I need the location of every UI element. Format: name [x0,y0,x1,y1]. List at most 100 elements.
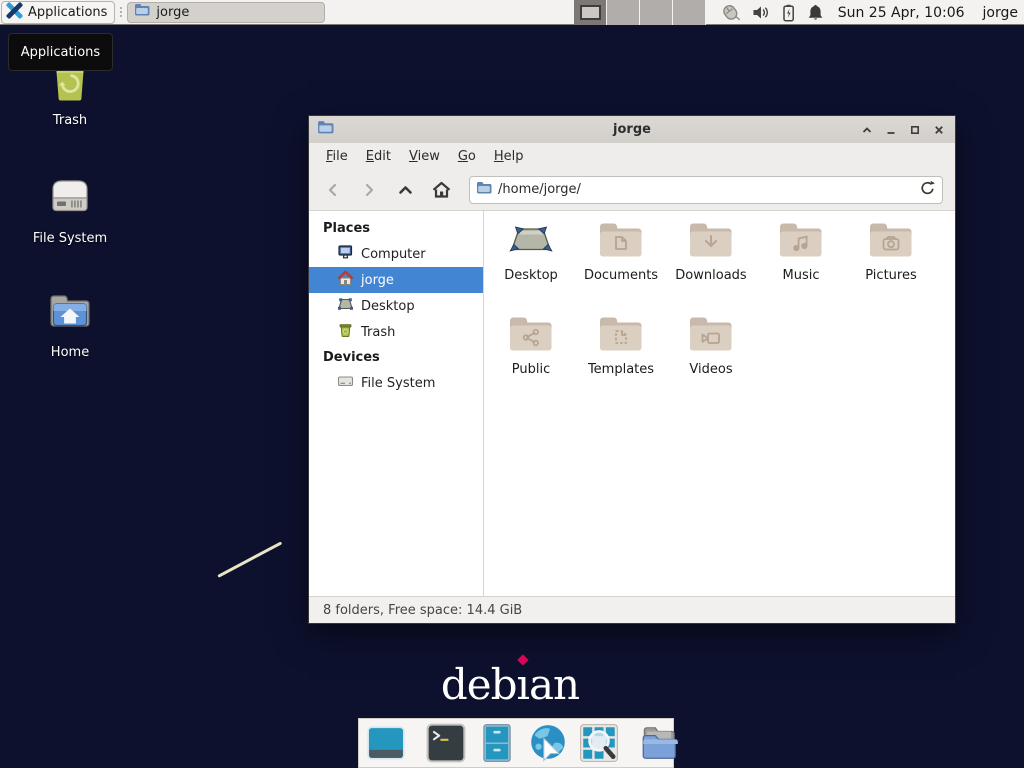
file-view: Desktop Documents [484,211,955,596]
refresh-icon[interactable] [919,179,936,200]
panel-username[interactable]: jorge [983,5,1018,21]
folder-camera-icon [867,219,915,265]
desktop-icon-file-system[interactable]: File System [25,176,115,246]
sidebar-item-label: Computer [361,247,426,262]
file-item-templates[interactable]: Templates [576,313,666,393]
desktop-settings-icon[interactable] [365,722,407,764]
taskbar-button-label: jorge [156,5,189,20]
sidebar-item-desktop[interactable]: Desktop [309,293,483,319]
file-item-label: Downloads [675,268,746,283]
file-item-documents[interactable]: Documents [576,219,666,299]
tooltip-text: Applications [21,45,100,60]
sidebar-header-devices: Devices [309,345,483,370]
file-item-label: Music [783,268,820,283]
file-item-label: Desktop [504,268,558,283]
sidebar-item-computer[interactable]: Computer [309,241,483,267]
path-input[interactable] [498,182,913,197]
workspace-window-preview [580,5,601,20]
panel-right-cluster: Sun 25 Apr, 10:06 jorge [574,0,1020,25]
workspace-4[interactable] [673,0,706,25]
top-panel: Applications jorge [0,0,1024,25]
window-titlebar[interactable]: jorge [309,116,955,143]
folder-template-icon [597,313,645,359]
file-item-label: Videos [689,362,732,377]
folder-download-icon [687,219,735,265]
panel-clock[interactable]: Sun 25 Apr, 10:06 [838,5,965,21]
applications-tooltip: Applications [8,33,113,71]
desktop-icon-label: Trash [53,113,87,128]
menu-go[interactable]: Go [449,146,485,167]
statusbar: 8 folders, Free space: 14.4 GiB [309,596,955,623]
folder-document-icon [597,219,645,265]
workspace-2[interactable] [607,0,640,25]
taskbar-button-jorge[interactable]: jorge [127,2,325,23]
file-item-public[interactable]: Public [486,313,576,393]
file-item-pictures[interactable]: Pictures [846,219,936,299]
home-folder-icon [46,290,94,338]
desktop: Applications jorge [0,0,1024,768]
mouse-icon[interactable] [719,3,741,22]
system-tray [719,3,824,22]
volume-icon[interactable] [752,4,770,21]
home-icon [337,270,354,290]
sidebar-item-trash[interactable]: Trash [309,319,483,345]
wordmark-pre: deb [441,660,517,709]
minimize-button[interactable] [883,122,899,138]
file-cabinet-icon[interactable] [476,722,518,764]
close-button[interactable] [931,122,947,138]
trash-icon [337,322,354,342]
panel-separator-handle[interactable] [117,4,125,20]
home-button[interactable] [425,175,457,205]
back-button[interactable] [317,175,349,205]
menu-edit[interactable]: Edit [357,146,400,167]
application-finder-icon[interactable] [578,722,620,764]
maximize-button[interactable] [907,122,923,138]
folder-music-icon [777,219,825,265]
hard-drive-icon [46,176,94,224]
file-item-label: Documents [584,268,658,283]
file-item-music[interactable]: Music [756,219,846,299]
terminal-icon[interactable] [425,722,467,764]
file-item-desktop[interactable]: Desktop [486,219,576,299]
applications-menu-button[interactable]: Applications [1,1,115,24]
workspace-pager [574,0,706,25]
file-item-downloads[interactable]: Downloads [666,219,756,299]
workspace-3[interactable] [640,0,673,25]
sidebar-item-file-system[interactable]: File System [309,370,483,396]
sidebar-item-label: File System [361,376,435,391]
file-item-label: Public [512,362,550,377]
path-bar[interactable] [469,176,943,204]
desktop-icon-home[interactable]: Home [25,290,115,360]
web-browser-icon[interactable] [527,722,569,764]
menu-help[interactable]: Help [485,146,533,167]
sidebar: Places Computer [309,211,484,596]
up-button[interactable] [389,175,421,205]
forward-button[interactable] [353,175,385,205]
wordmark-i: ı [517,660,529,709]
xfce-logo-icon [6,2,23,23]
file-manager-window: jorge File Edit View Go Help [308,115,956,624]
sidebar-item-jorge[interactable]: jorge [309,267,483,293]
sidebar-item-label: Trash [361,325,395,340]
desktop-icon [507,219,555,265]
menu-file[interactable]: File [317,146,357,167]
menubar: File Edit View Go Help [309,143,955,169]
shade-button[interactable] [859,122,875,138]
sidebar-item-label: Desktop [361,299,415,314]
menu-view[interactable]: View [400,146,449,167]
desktop-icon-label: File System [33,231,107,246]
folder-video-icon [687,313,735,359]
battery-icon[interactable] [781,4,796,22]
folder-icon[interactable] [638,722,680,764]
sidebar-header-places: Places [309,216,483,241]
file-item-label: Templates [588,362,654,377]
bottom-dock [358,718,674,768]
hard-drive-icon [337,373,354,393]
notifications-icon[interactable] [807,4,824,22]
debian-wordmark: debıan [441,660,579,709]
sidebar-item-label: jorge [361,273,394,288]
cursor-trail-line [217,541,282,577]
file-item-label: Pictures [865,268,916,283]
file-item-videos[interactable]: Videos [666,313,756,393]
workspace-1[interactable] [574,0,607,25]
